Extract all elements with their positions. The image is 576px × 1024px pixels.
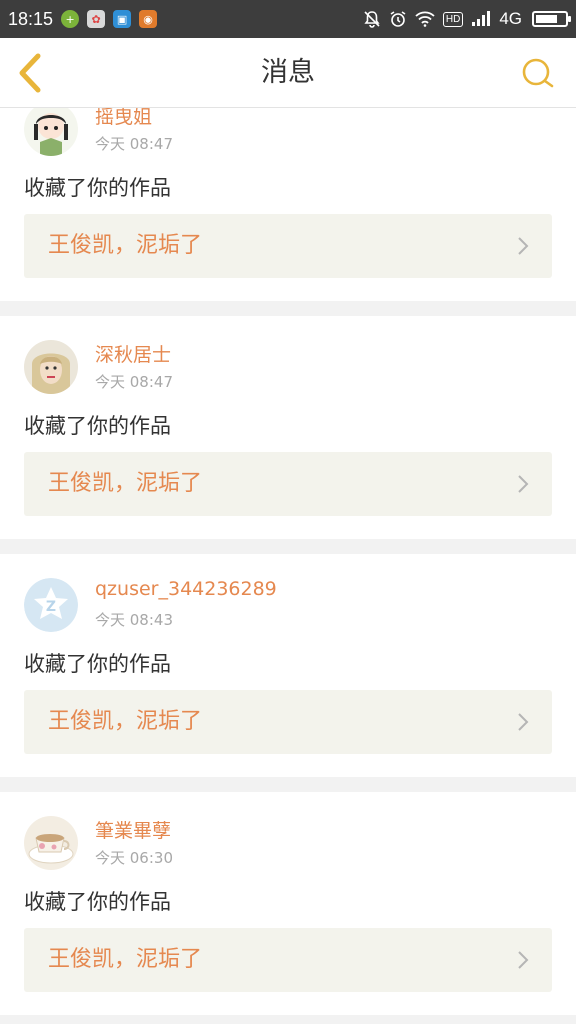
message-time: 今天 08:47 — [95, 373, 173, 391]
signal-icon — [471, 11, 491, 27]
username[interactable]: 筆業畢孽 — [95, 816, 171, 843]
page-title: 消息 — [261, 57, 315, 88]
work-title: 王俊凯，泥垢了 — [48, 233, 203, 258]
wifi-icon — [415, 11, 435, 27]
user-avatar[interactable] — [24, 340, 78, 394]
camera-app-icon: ◉ — [139, 10, 158, 28]
user-avatar[interactable] — [24, 816, 78, 870]
action-text: 收藏了你的作品 — [24, 890, 171, 914]
work-title: 王俊凯，泥垢了 — [48, 709, 203, 734]
message-card: Z qzuser_344236289 今天 08:43 收藏了你的作品 王俊凯，… — [0, 554, 576, 777]
message-time: 今天 06:30 — [95, 849, 173, 867]
action-text: 收藏了你的作品 — [24, 652, 171, 676]
username[interactable]: 深秋居士 — [95, 340, 171, 367]
search-button[interactable] — [520, 56, 556, 92]
status-time: 18:15 — [8, 8, 54, 29]
hd-badge: HD — [442, 11, 464, 27]
work-link[interactable]: 王俊凯，泥垢了 — [24, 690, 552, 754]
chevron-right-icon — [518, 475, 529, 493]
status-bar: 18:15 + ✿ ▣ ◉ HD 4G — [0, 0, 576, 38]
chevron-right-icon — [518, 237, 529, 255]
alarm-icon — [389, 10, 407, 28]
work-link[interactable]: 王俊凯，泥垢了 — [24, 928, 552, 992]
mute-bell-icon — [363, 10, 381, 28]
scan-app-icon: ▣ — [113, 10, 132, 28]
message-time: 今天 08:43 — [95, 611, 173, 629]
svg-text:Z: Z — [46, 599, 56, 615]
nav-bar: 消息 — [0, 38, 576, 108]
plus-app-icon: + — [61, 10, 80, 28]
network-type: 4G — [499, 9, 522, 28]
message-card: 深秋居士 今天 08:47 收藏了你的作品 王俊凯，泥垢了 — [0, 316, 576, 539]
message-card: 筆業畢孽 今天 06:30 收藏了你的作品 王俊凯，泥垢了 — [0, 792, 576, 1015]
user-avatar[interactable] — [24, 108, 78, 156]
message-card: 摇曳姐 今天 08:47 收藏了你的作品 王俊凯，泥垢了 — [0, 108, 576, 301]
message-time: 今天 08:47 — [95, 135, 173, 153]
battery-icon — [532, 11, 571, 27]
work-title: 王俊凯，泥垢了 — [48, 471, 203, 496]
chevron-right-icon — [518, 713, 529, 731]
action-text: 收藏了你的作品 — [24, 414, 171, 438]
chevron-right-icon — [518, 951, 529, 969]
username[interactable]: qzuser_344236289 — [95, 578, 277, 600]
photo-app-icon: ✿ — [87, 10, 106, 28]
user-avatar[interactable]: Z — [24, 578, 78, 632]
search-icon — [522, 58, 554, 88]
work-title: 王俊凯，泥垢了 — [48, 947, 203, 972]
action-text: 收藏了你的作品 — [24, 176, 171, 200]
work-link[interactable]: 王俊凯，泥垢了 — [24, 452, 552, 516]
battery-level — [536, 15, 557, 23]
message-list[interactable]: 摇曳姐 今天 08:47 收藏了你的作品 王俊凯，泥垢了 深秋居士 今天 08:… — [0, 108, 576, 1024]
username[interactable]: 摇曳姐 — [95, 108, 152, 129]
work-link[interactable]: 王俊凯，泥垢了 — [24, 214, 552, 278]
